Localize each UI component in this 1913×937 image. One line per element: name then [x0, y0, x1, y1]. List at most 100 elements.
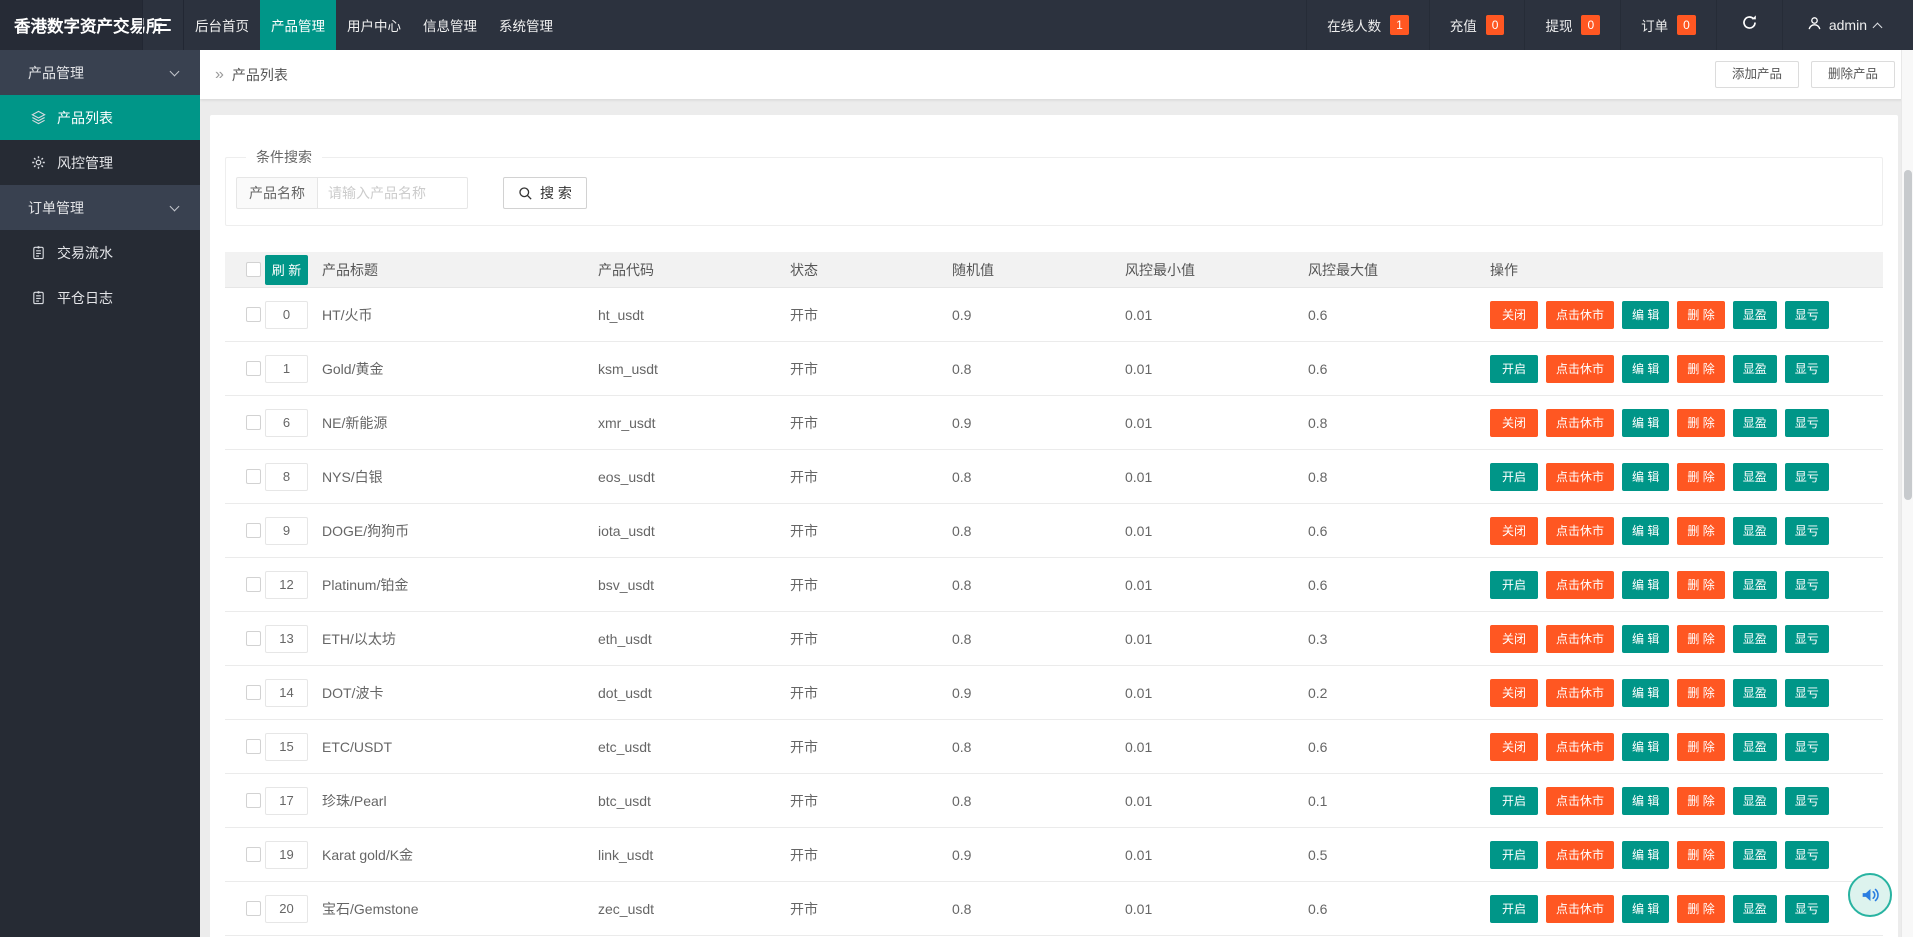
market-rest-button[interactable]: 点击休市 — [1546, 787, 1614, 815]
toggle-market-button[interactable]: 开启 — [1490, 355, 1538, 383]
row-sort-input[interactable] — [265, 679, 308, 707]
market-rest-button[interactable]: 点击休市 — [1546, 463, 1614, 491]
delete-button[interactable]: 删 除 — [1677, 355, 1724, 383]
row-checkbox[interactable] — [246, 847, 261, 862]
row-checkbox[interactable] — [246, 793, 261, 808]
nav-item-4[interactable]: 信息管理 — [412, 0, 488, 50]
toggle-market-button[interactable]: 关闭 — [1490, 517, 1538, 545]
delete-button[interactable]: 删 除 — [1677, 301, 1724, 329]
row-checkbox[interactable] — [246, 901, 261, 916]
refresh-button-navbar[interactable] — [1716, 0, 1782, 50]
sidebar-item-4[interactable]: 订单管理 — [0, 185, 200, 230]
delete-button[interactable]: 删 除 — [1677, 409, 1724, 437]
edit-button[interactable]: 编 辑 — [1622, 571, 1669, 599]
edit-button[interactable]: 编 辑 — [1622, 679, 1669, 707]
row-sort-input[interactable] — [265, 841, 308, 869]
show-profit-button[interactable]: 显盈 — [1733, 517, 1777, 545]
sidebar-item-5[interactable]: 交易流水 — [0, 230, 200, 275]
vertical-scrollbar[interactable] — [1901, 50, 1913, 937]
delete-button[interactable]: 删 除 — [1677, 733, 1724, 761]
add-product-button[interactable]: 添加产品 — [1715, 61, 1799, 88]
market-rest-button[interactable]: 点击休市 — [1546, 625, 1614, 653]
row-sort-input[interactable] — [265, 517, 308, 545]
show-loss-button[interactable]: 显亏 — [1785, 895, 1829, 923]
show-profit-button[interactable]: 显盈 — [1733, 301, 1777, 329]
delete-button[interactable]: 删 除 — [1677, 571, 1724, 599]
show-profit-button[interactable]: 显盈 — [1733, 355, 1777, 383]
row-sort-input[interactable] — [265, 301, 308, 329]
toggle-market-button[interactable]: 关闭 — [1490, 679, 1538, 707]
edit-button[interactable]: 编 辑 — [1622, 787, 1669, 815]
row-checkbox[interactable] — [246, 523, 261, 538]
show-loss-button[interactable]: 显亏 — [1785, 463, 1829, 491]
row-sort-input[interactable] — [265, 895, 308, 923]
nav-item-2[interactable]: 产品管理 — [260, 0, 336, 50]
row-checkbox[interactable] — [246, 631, 261, 646]
row-sort-input[interactable] — [265, 409, 308, 437]
sidebar-item-1[interactable]: 产品管理 — [0, 50, 200, 95]
edit-button[interactable]: 编 辑 — [1622, 895, 1669, 923]
toggle-market-button[interactable]: 开启 — [1490, 895, 1538, 923]
show-loss-button[interactable]: 显亏 — [1785, 517, 1829, 545]
show-profit-button[interactable]: 显盈 — [1733, 409, 1777, 437]
toggle-market-button[interactable]: 关闭 — [1490, 625, 1538, 653]
search-button[interactable]: 搜 索 — [503, 177, 587, 209]
refresh-button[interactable]: 刷 新 — [265, 255, 308, 285]
market-rest-button[interactable]: 点击休市 — [1546, 679, 1614, 707]
delete-button[interactable]: 删 除 — [1677, 625, 1724, 653]
edit-button[interactable]: 编 辑 — [1622, 733, 1669, 761]
row-checkbox[interactable] — [246, 307, 261, 322]
row-checkbox[interactable] — [246, 685, 261, 700]
row-sort-input[interactable] — [265, 571, 308, 599]
market-rest-button[interactable]: 点击休市 — [1546, 841, 1614, 869]
edit-button[interactable]: 编 辑 — [1622, 409, 1669, 437]
toggle-market-button[interactable]: 关闭 — [1490, 409, 1538, 437]
toggle-market-button[interactable]: 关闭 — [1490, 733, 1538, 761]
delete-product-button[interactable]: 删除产品 — [1811, 61, 1895, 88]
market-rest-button[interactable]: 点击休市 — [1546, 571, 1614, 599]
nav-stat-4[interactable]: 订单 0 — [1620, 0, 1716, 50]
row-checkbox[interactable] — [246, 577, 261, 592]
show-loss-button[interactable]: 显亏 — [1785, 625, 1829, 653]
market-rest-button[interactable]: 点击休市 — [1546, 895, 1614, 923]
show-loss-button[interactable]: 显亏 — [1785, 571, 1829, 599]
delete-button[interactable]: 删 除 — [1677, 841, 1724, 869]
show-profit-button[interactable]: 显盈 — [1733, 895, 1777, 923]
edit-button[interactable]: 编 辑 — [1622, 301, 1669, 329]
sidebar-item-3[interactable]: 风控管理 — [0, 140, 200, 185]
nav-stat-2[interactable]: 充值 0 — [1429, 0, 1525, 50]
show-profit-button[interactable]: 显盈 — [1733, 625, 1777, 653]
delete-button[interactable]: 删 除 — [1677, 463, 1724, 491]
select-all-checkbox[interactable] — [246, 262, 261, 277]
product-name-input[interactable] — [318, 177, 468, 209]
edit-button[interactable]: 编 辑 — [1622, 355, 1669, 383]
toggle-market-button[interactable]: 开启 — [1490, 787, 1538, 815]
show-loss-button[interactable]: 显亏 — [1785, 301, 1829, 329]
edit-button[interactable]: 编 辑 — [1622, 463, 1669, 491]
delete-button[interactable]: 删 除 — [1677, 679, 1724, 707]
row-checkbox[interactable] — [246, 361, 261, 376]
delete-button[interactable]: 删 除 — [1677, 517, 1724, 545]
market-rest-button[interactable]: 点击休市 — [1546, 517, 1614, 545]
scrollbar-thumb[interactable] — [1904, 170, 1912, 500]
show-loss-button[interactable]: 显亏 — [1785, 355, 1829, 383]
show-profit-button[interactable]: 显盈 — [1733, 733, 1777, 761]
show-loss-button[interactable]: 显亏 — [1785, 841, 1829, 869]
row-sort-input[interactable] — [265, 787, 308, 815]
nav-item-5[interactable]: 系统管理 — [488, 0, 564, 50]
show-loss-button[interactable]: 显亏 — [1785, 787, 1829, 815]
toggle-market-button[interactable]: 开启 — [1490, 463, 1538, 491]
show-loss-button[interactable]: 显亏 — [1785, 409, 1829, 437]
row-checkbox[interactable] — [246, 415, 261, 430]
show-profit-button[interactable]: 显盈 — [1733, 463, 1777, 491]
toggle-market-button[interactable]: 关闭 — [1490, 301, 1538, 329]
row-sort-input[interactable] — [265, 463, 308, 491]
nav-stat-1[interactable]: 在线人数 1 — [1306, 0, 1429, 50]
user-menu[interactable]: admin — [1782, 0, 1913, 50]
edit-button[interactable]: 编 辑 — [1622, 841, 1669, 869]
toggle-market-button[interactable]: 开启 — [1490, 841, 1538, 869]
hamburger-menu-icon[interactable] — [142, 0, 184, 50]
market-rest-button[interactable]: 点击休市 — [1546, 733, 1614, 761]
market-rest-button[interactable]: 点击休市 — [1546, 301, 1614, 329]
edit-button[interactable]: 编 辑 — [1622, 517, 1669, 545]
